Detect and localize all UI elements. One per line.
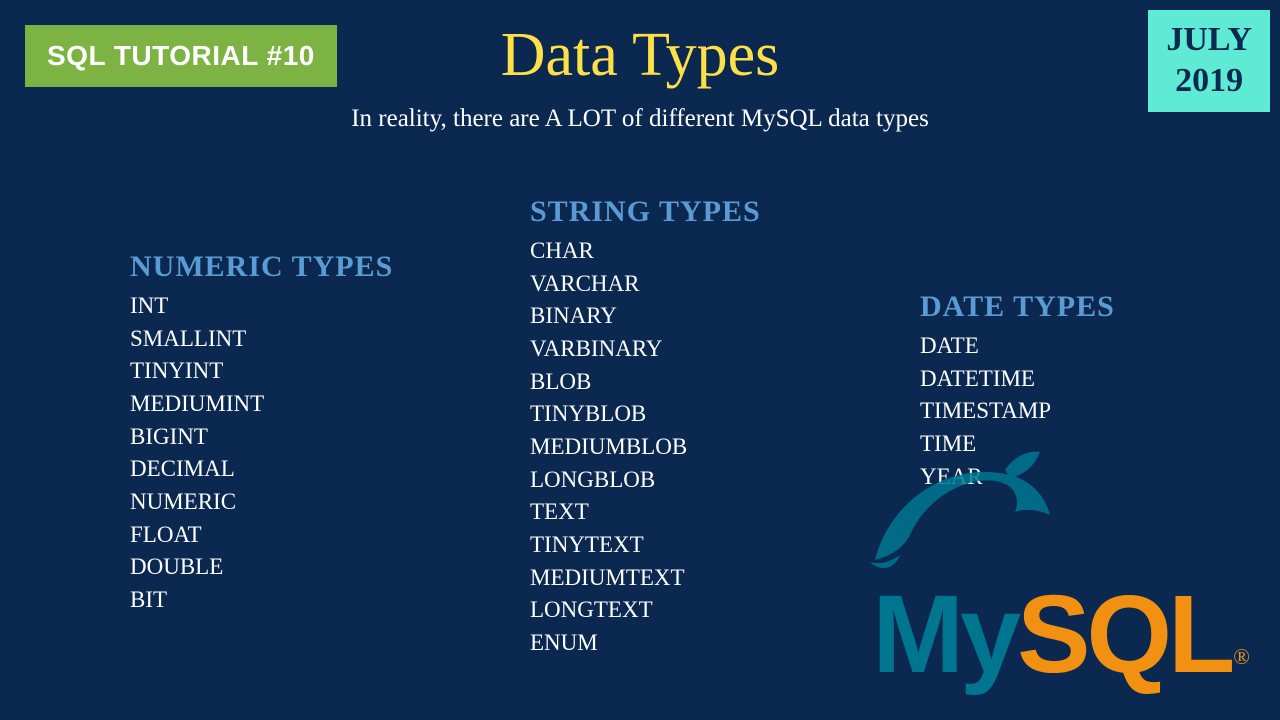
list-item: MEDIUMBLOB: [530, 431, 761, 464]
page-title: Data Types: [501, 20, 780, 91]
list-item: NUMERIC: [130, 486, 393, 519]
list-item: DOUBLE: [130, 551, 393, 584]
list-item: DECIMAL: [130, 453, 393, 486]
mysql-logo-sql: SQL: [1017, 580, 1231, 690]
list-item: TINYTEXT: [530, 529, 761, 562]
string-types-column: STRING TYPES CHARVARCHARBINARYVARBINARYB…: [530, 195, 761, 660]
mysql-logo-my: My: [872, 580, 1017, 690]
string-types-list: CHARVARCHARBINARYVARBINARYBLOBTINYBLOBME…: [530, 235, 761, 660]
list-item: FLOAT: [130, 519, 393, 552]
list-item: TIMESTAMP: [920, 395, 1115, 428]
list-item: LONGBLOB: [530, 464, 761, 497]
list-item: SMALLINT: [130, 323, 393, 356]
date-year: 2019: [1166, 61, 1252, 102]
list-item: INT: [130, 290, 393, 323]
page-subtitle: In reality, there are A LOT of different…: [351, 105, 929, 133]
list-item: VARBINARY: [530, 333, 761, 366]
list-item: BINARY: [530, 300, 761, 333]
tutorial-badge: SQL TUTORIAL #10: [25, 25, 337, 87]
list-item: MEDIUMTEXT: [530, 562, 761, 595]
list-item: LONGTEXT: [530, 594, 761, 627]
list-item: TINYINT: [130, 355, 393, 388]
registered-icon: ®: [1233, 644, 1250, 670]
string-types-heading: STRING TYPES: [530, 195, 761, 229]
numeric-types-list: INTSMALLINTTINYINTMEDIUMINTBIGINTDECIMAL…: [130, 290, 393, 617]
list-item: DATETIME: [920, 363, 1115, 396]
list-item: TEXT: [530, 496, 761, 529]
list-item: MEDIUMINT: [130, 388, 393, 421]
mysql-logo: My SQL ®: [872, 580, 1250, 690]
date-types-heading: DATE TYPES: [920, 290, 1115, 324]
list-item: BIGINT: [130, 421, 393, 454]
dolphin-icon: [860, 440, 1060, 580]
list-item: TINYBLOB: [530, 398, 761, 431]
numeric-types-column: NUMERIC TYPES INTSMALLINTTINYINTMEDIUMIN…: [130, 250, 393, 617]
list-item: BIT: [130, 584, 393, 617]
list-item: CHAR: [530, 235, 761, 268]
date-badge: JULY 2019: [1148, 10, 1270, 112]
list-item: DATE: [920, 330, 1115, 363]
list-item: BLOB: [530, 366, 761, 399]
numeric-types-heading: NUMERIC TYPES: [130, 250, 393, 284]
list-item: ENUM: [530, 627, 761, 660]
list-item: VARCHAR: [530, 268, 761, 301]
date-month: JULY: [1166, 20, 1252, 61]
